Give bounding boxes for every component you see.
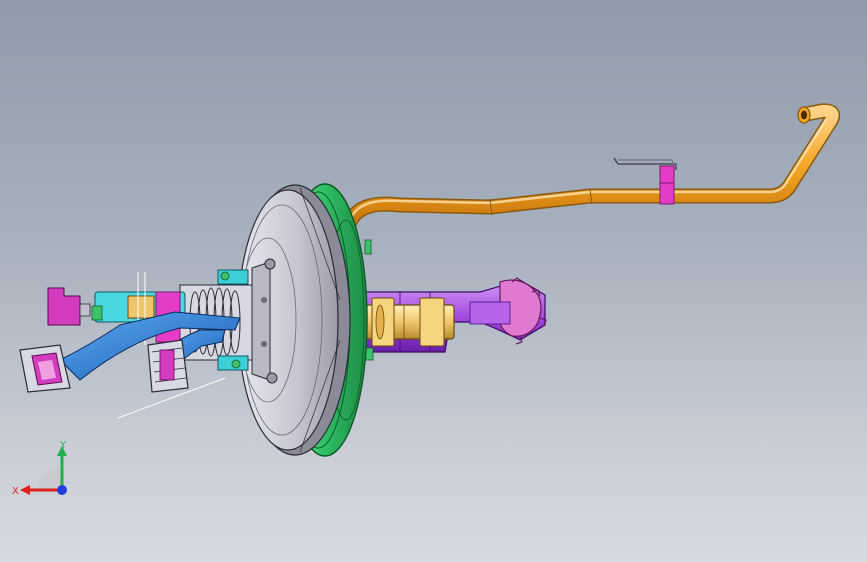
brake-assembly-model[interactable] (0, 0, 867, 562)
brake-line-pipe[interactable] (342, 103, 841, 230)
sensor-connector[interactable] (47, 287, 91, 326)
cad-viewport[interactable]: Y X (0, 0, 867, 562)
y-axis-label: Y (59, 440, 67, 451)
triad-plane-shade (38, 466, 62, 490)
z-axis-dot (57, 485, 67, 495)
clutch-pedal-pad[interactable] (147, 339, 189, 393)
brake-pedal-pad[interactable] (19, 344, 71, 393)
x-axis-head (20, 485, 30, 495)
coordinate-triad: Y X (12, 440, 67, 497)
brake-booster[interactable] (237, 184, 351, 456)
x-axis-label: X (12, 486, 19, 497)
